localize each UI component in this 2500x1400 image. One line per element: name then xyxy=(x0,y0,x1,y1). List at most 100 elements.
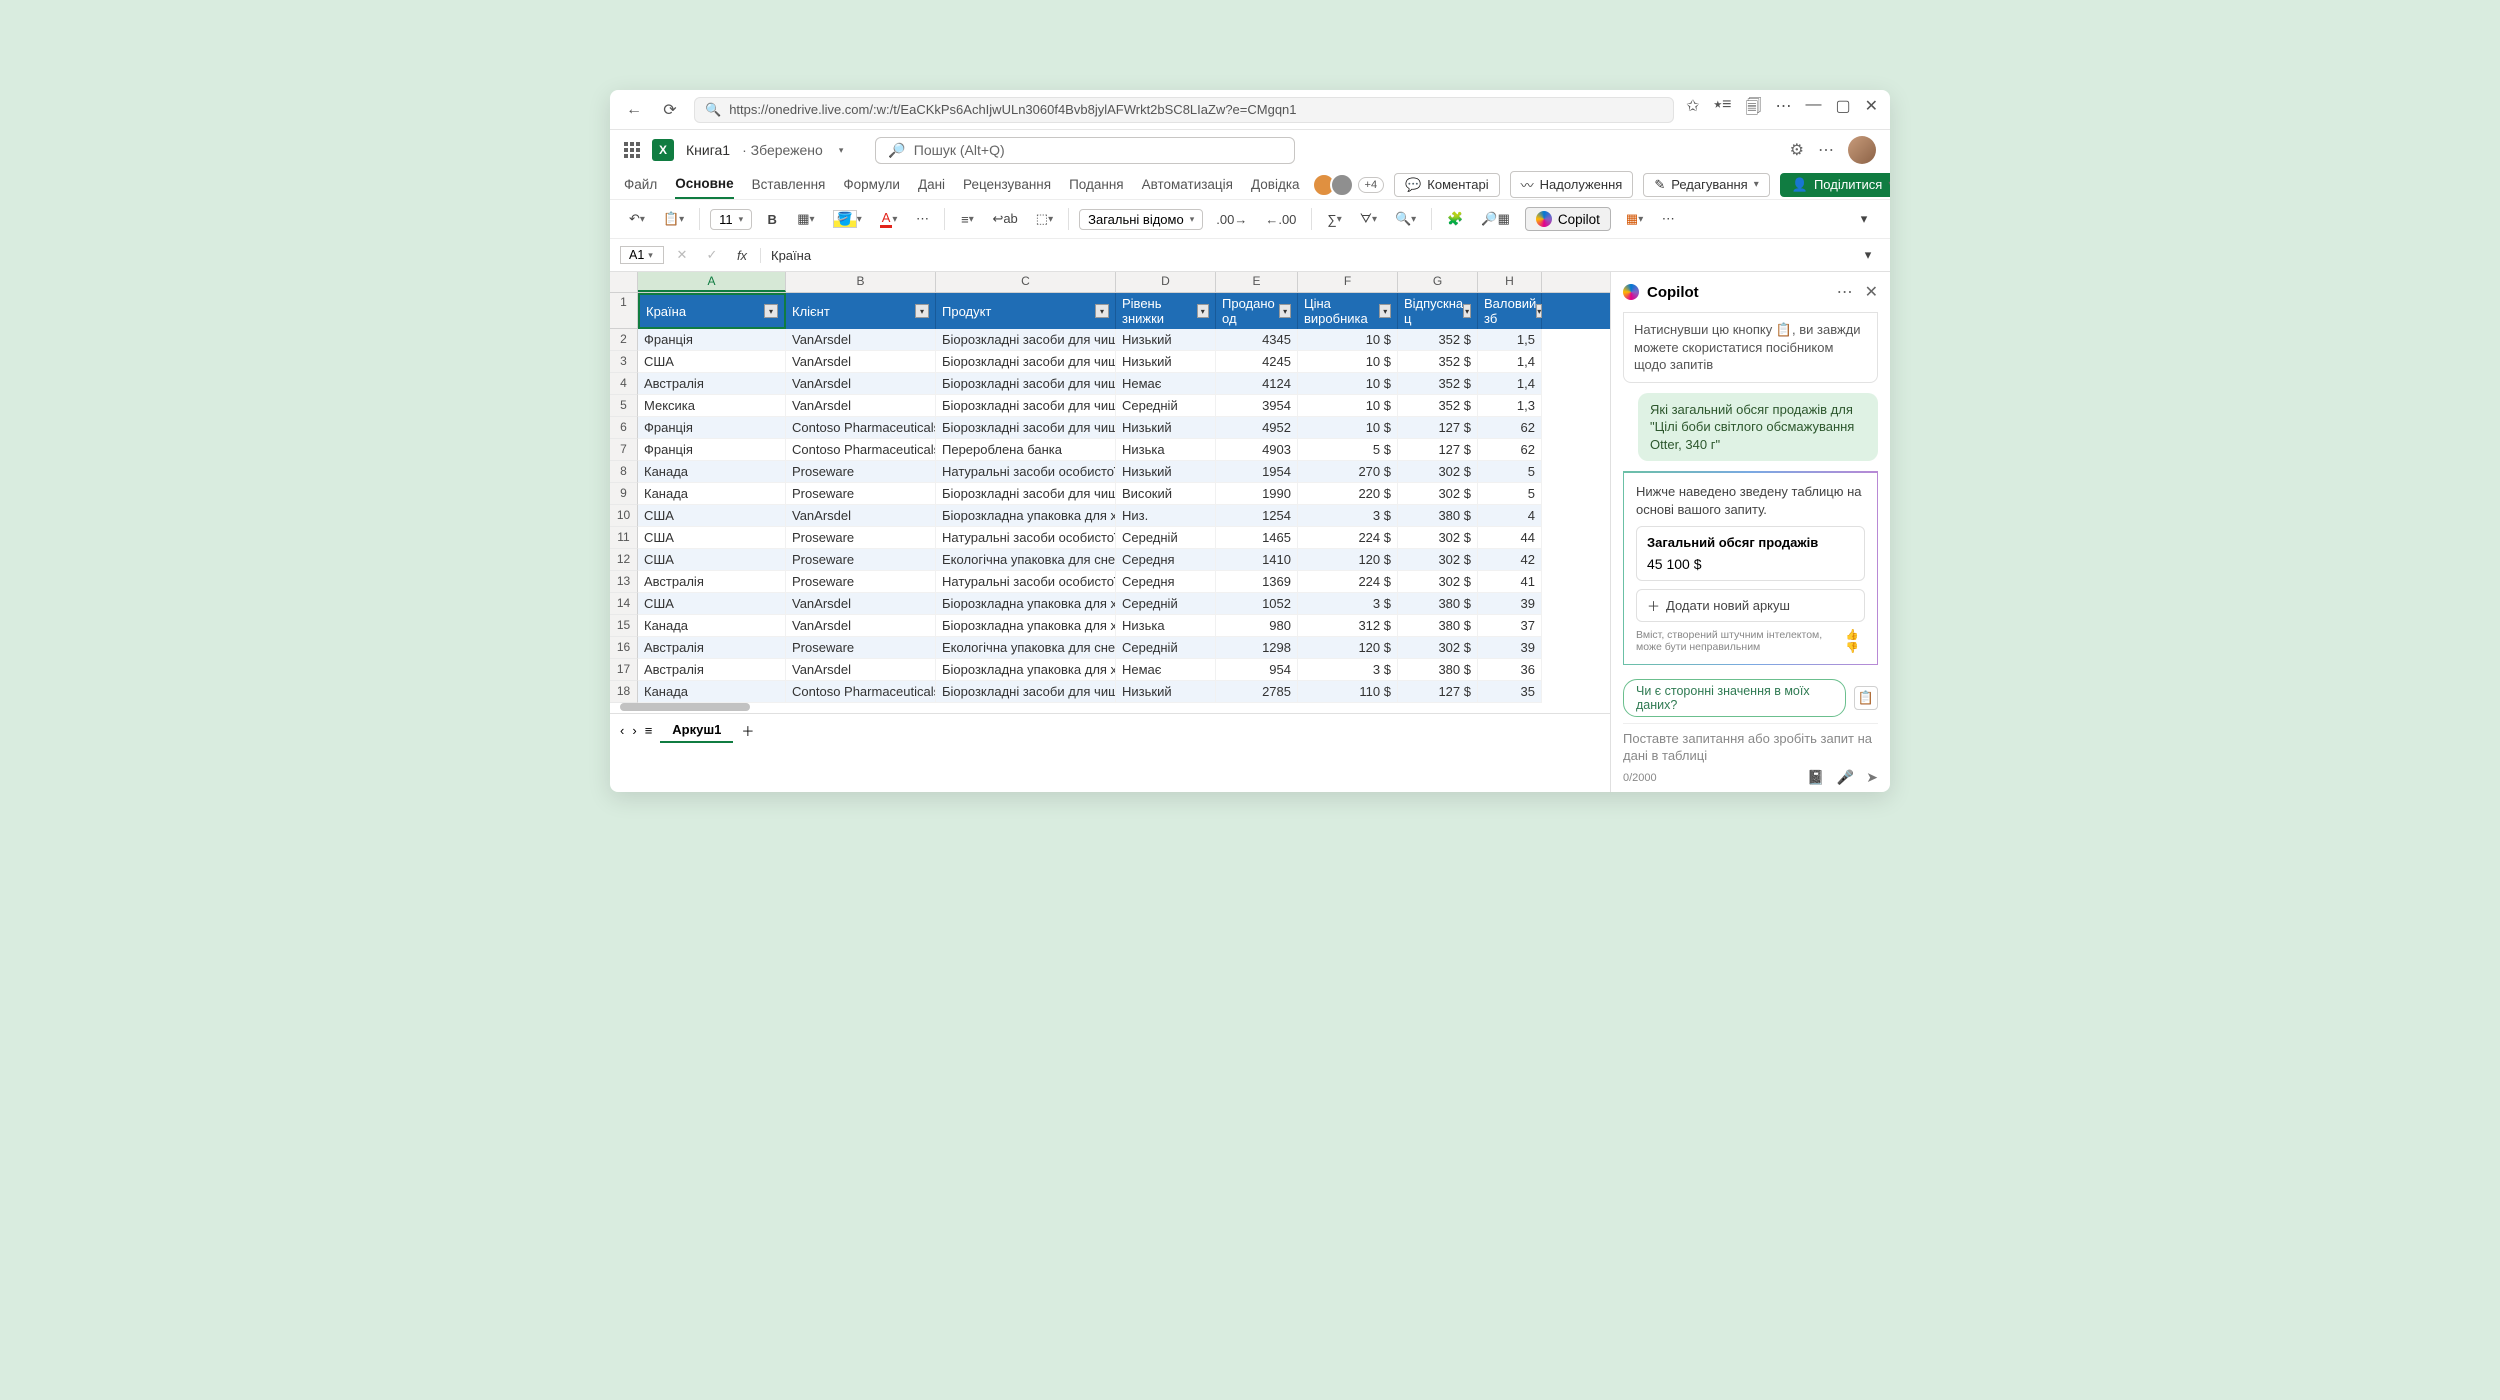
sheet-next-icon[interactable]: › xyxy=(632,723,636,738)
merge-button[interactable]: ⬚ xyxy=(1031,206,1058,232)
cell[interactable]: Канада xyxy=(638,483,786,505)
row-header[interactable]: 12 xyxy=(610,549,638,571)
sheet-tab[interactable]: Аркуш1 xyxy=(660,718,733,743)
cell[interactable]: Екологічна упаковка для снеків xyxy=(936,549,1116,571)
cell[interactable]: Франція xyxy=(638,417,786,439)
maximize-icon[interactable]: ▢ xyxy=(1835,96,1850,123)
cell[interactable]: США xyxy=(638,549,786,571)
cell[interactable]: Австралія xyxy=(638,637,786,659)
col-header[interactable]: C xyxy=(936,272,1116,292)
cell[interactable]: Франція xyxy=(638,439,786,461)
wrap-text-button[interactable]: ↩ab xyxy=(987,206,1022,232)
cell[interactable]: 62 xyxy=(1478,439,1542,461)
row-header[interactable]: 6 xyxy=(610,417,638,439)
cell[interactable]: Низька xyxy=(1116,615,1216,637)
cell[interactable]: Австралія xyxy=(638,373,786,395)
cell[interactable]: Біорозкладні засоби для чищенн xyxy=(936,681,1116,703)
fx-icon[interactable]: fx xyxy=(730,242,754,268)
catchup-button[interactable]: 〰Надолуження xyxy=(1510,171,1634,198)
cell[interactable]: Низький xyxy=(1116,417,1216,439)
cell[interactable]: 3 $ xyxy=(1298,505,1398,527)
avatar[interactable] xyxy=(1848,136,1876,164)
autosum-button[interactable]: ∑ xyxy=(1322,206,1346,232)
row-header[interactable]: 14 xyxy=(610,593,638,615)
row-header[interactable]: 17 xyxy=(610,659,638,681)
cell[interactable]: 1465 xyxy=(1216,527,1298,549)
cell[interactable]: 302 $ xyxy=(1398,549,1478,571)
favorite-icon[interactable]: ✩ xyxy=(1686,96,1699,123)
cell[interactable]: США xyxy=(638,351,786,373)
cell[interactable]: 4245 xyxy=(1216,351,1298,373)
table-header-cell[interactable]: Клієнт▾ xyxy=(786,293,936,329)
add-sheet-icon[interactable]: ＋ xyxy=(741,721,754,740)
cell[interactable]: 270 $ xyxy=(1298,461,1398,483)
col-header[interactable]: G xyxy=(1398,272,1478,292)
cell[interactable]: Австралія xyxy=(638,659,786,681)
find-button[interactable]: 🔍 xyxy=(1390,206,1421,232)
tab-file[interactable]: Файл xyxy=(624,171,657,198)
number-format-select[interactable]: Загальні відомо▾ xyxy=(1079,209,1203,230)
copilot-add-sheet-button[interactable]: ＋ Додати новий аркуш xyxy=(1636,589,1865,622)
cell[interactable]: Середній xyxy=(1116,637,1216,659)
thumbs-up-icon[interactable]: 👍 xyxy=(1846,629,1859,641)
cell[interactable]: 352 $ xyxy=(1398,395,1478,417)
fill-color-button[interactable]: 🪣 xyxy=(828,206,867,232)
row-header[interactable]: 9 xyxy=(610,483,638,505)
cell[interactable]: Proseware xyxy=(786,549,936,571)
refresh-button[interactable]: ⟳ xyxy=(658,98,682,122)
row-header[interactable]: 5 xyxy=(610,395,638,417)
cell[interactable]: Перероблена банка xyxy=(936,439,1116,461)
cell[interactable]: 5 $ xyxy=(1298,439,1398,461)
cell[interactable]: Середня xyxy=(1116,571,1216,593)
table-header-cell[interactable]: Рівень знижки▾ xyxy=(1116,293,1216,329)
editing-mode-button[interactable]: ✎Редагування xyxy=(1643,173,1769,197)
tab-formulas[interactable]: Формули xyxy=(843,171,900,198)
filter-icon[interactable]: ▾ xyxy=(1095,304,1109,318)
cell[interactable]: 1,4 xyxy=(1478,351,1542,373)
cell[interactable]: 35 xyxy=(1478,681,1542,703)
cell[interactable]: 1052 xyxy=(1216,593,1298,615)
cell[interactable]: Біорозкладні засоби для чищенн xyxy=(936,351,1116,373)
cell[interactable]: Немає xyxy=(1116,373,1216,395)
cell[interactable]: 120 $ xyxy=(1298,549,1398,571)
ribbon-chevron-icon[interactable]: ▾ xyxy=(1852,206,1876,232)
cell[interactable]: 302 $ xyxy=(1398,637,1478,659)
tab-home[interactable]: Основне xyxy=(675,170,733,199)
row-header[interactable]: 1 xyxy=(610,293,638,329)
copilot-input[interactable]: Поставте запитання або зробіть запит на … xyxy=(1623,723,1878,786)
cell[interactable]: 5 xyxy=(1478,461,1542,483)
cell[interactable]: 312 $ xyxy=(1298,615,1398,637)
cell[interactable]: Біорозкладні засоби для чищенн xyxy=(936,373,1116,395)
copilot-close-icon[interactable]: ✕ xyxy=(1865,282,1878,302)
borders-button[interactable]: ▦ xyxy=(792,206,819,232)
cell[interactable]: Середній xyxy=(1116,395,1216,417)
title-chevron-icon[interactable]: ▾ xyxy=(839,145,844,156)
cell[interactable]: 980 xyxy=(1216,615,1298,637)
mic-icon[interactable]: 🎤 xyxy=(1837,769,1854,786)
cell[interactable]: 42 xyxy=(1478,549,1542,571)
cell[interactable]: 954 xyxy=(1216,659,1298,681)
cell[interactable]: 1254 xyxy=(1216,505,1298,527)
document-name[interactable]: Книга1 xyxy=(686,142,730,158)
cell[interactable]: 44 xyxy=(1478,527,1542,549)
cell[interactable]: Низький xyxy=(1116,461,1216,483)
cell[interactable]: 4345 xyxy=(1216,329,1298,351)
name-box[interactable]: A1▾ xyxy=(620,246,664,264)
cell[interactable]: Низ. xyxy=(1116,505,1216,527)
tab-help[interactable]: Довідка xyxy=(1251,171,1300,198)
cell[interactable]: VanArsdel xyxy=(786,329,936,351)
cell[interactable]: 39 xyxy=(1478,637,1542,659)
cell[interactable]: 224 $ xyxy=(1298,571,1398,593)
app-launcher-icon[interactable] xyxy=(624,142,640,158)
cell[interactable]: Високий xyxy=(1116,483,1216,505)
table-header-cell[interactable]: Відпускна ц▾ xyxy=(1398,293,1478,329)
col-header[interactable]: B xyxy=(786,272,936,292)
cell[interactable]: VanArsdel xyxy=(786,373,936,395)
row-header[interactable]: 11 xyxy=(610,527,638,549)
cell[interactable]: 36 xyxy=(1478,659,1542,681)
font-color-button[interactable]: A xyxy=(875,206,903,232)
cell[interactable]: 10 $ xyxy=(1298,395,1398,417)
cell[interactable]: 220 $ xyxy=(1298,483,1398,505)
address-bar[interactable]: 🔍 https://onedrive.live.com/:w:/t/EaCKkP… xyxy=(694,97,1674,123)
cell[interactable]: Канада xyxy=(638,461,786,483)
